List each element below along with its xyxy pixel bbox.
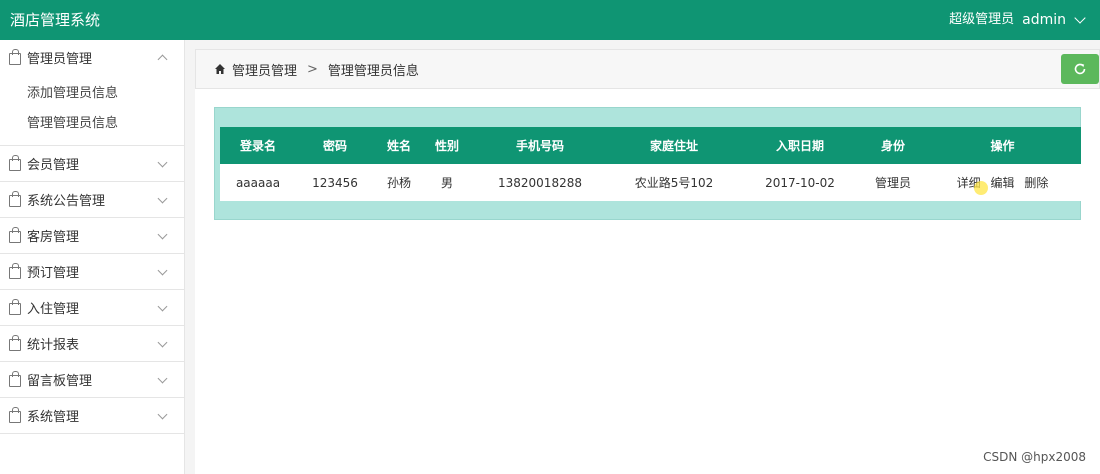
cell-gender: 男 (440, 176, 453, 190)
menu-booking-management[interactable]: 预订管理 (0, 254, 184, 289)
bag-icon (9, 155, 21, 171)
menu-room-management[interactable]: 客房管理 (0, 218, 184, 253)
chevron-down-icon (157, 229, 168, 240)
col-hire-date: 入职日期 (775, 139, 824, 153)
app-title: 酒店管理系统 (10, 11, 101, 29)
chevron-down-icon (157, 409, 168, 420)
breadcrumb-current: 管理管理员信息 (327, 63, 419, 79)
menu-group-room: 客房管理 (0, 218, 184, 254)
chevron-up-icon (157, 54, 168, 65)
menu-group-admin: 管理员管理 添加管理员信息 管理管理员信息 (0, 40, 184, 146)
menu-label: 客房管理 (27, 230, 80, 245)
bag-icon (9, 263, 21, 279)
chevron-down-icon (157, 265, 168, 276)
main-header: 管理员管理 > 管理管理员信息 (195, 49, 1100, 89)
bag-icon (9, 335, 21, 351)
menu-label: 预订管理 (27, 266, 80, 281)
menu-system-management[interactable]: 系统管理 (0, 398, 184, 433)
col-password: 密码 (322, 139, 347, 153)
menu-label: 入住管理 (27, 302, 80, 317)
menu-member-management[interactable]: 会员管理 (0, 146, 184, 181)
refresh-button[interactable] (1061, 54, 1099, 84)
bag-icon (9, 407, 21, 423)
table-row: aaaaaa 123456 孙杨 男 13820018288 农业路5号102 … (220, 164, 1081, 201)
breadcrumb-parent[interactable]: 管理员管理 (232, 60, 297, 79)
menu-label: 系统公告管理 (27, 194, 106, 209)
menu-group-message: 留言板管理 (0, 362, 184, 398)
submenu-add-admin[interactable]: 添加管理员信息 (0, 79, 184, 109)
user-role: 超级管理员 (949, 12, 1015, 27)
table-container: 登录名 密码 姓名 性别 手机号码 家庭住址 入职日期 身份 操作 aaaaaa… (214, 107, 1081, 220)
menu-group-checkin: 入住管理 (0, 290, 184, 326)
menu-label: 系统管理 (27, 410, 80, 425)
col-login-name: 登录名 (239, 139, 276, 153)
refresh-icon (1074, 63, 1086, 75)
menu-group-system: 系统管理 (0, 398, 184, 434)
cell-address: 农业路5号102 (634, 176, 714, 190)
chevron-down-icon (157, 337, 168, 348)
menu-group-booking: 预订管理 (0, 254, 184, 290)
cell-login-name: aaaaaa (235, 175, 281, 190)
cell-hire-date: 2017-10-02 (765, 175, 835, 190)
bag-icon (9, 299, 21, 315)
menu-group-report: 统计报表 (0, 326, 184, 362)
table-header-row: 登录名 密码 姓名 性别 手机号码 家庭住址 入职日期 身份 操作 (220, 127, 1081, 164)
col-actions: 操作 (990, 139, 1015, 153)
content-area: 登录名 密码 姓名 性别 手机号码 家庭住址 入职日期 身份 操作 aaaaaa… (195, 89, 1100, 474)
admin-table: 登录名 密码 姓名 性别 手机号码 家庭住址 入职日期 身份 操作 aaaaaa… (220, 127, 1081, 201)
home-icon (215, 64, 225, 74)
col-gender: 性别 (434, 139, 459, 153)
sidebar: 管理员管理 添加管理员信息 管理管理员信息 会员管理 系统公告管理 客房管理 预… (0, 40, 185, 474)
chevron-down-icon (1074, 12, 1086, 24)
col-name: 姓名 (386, 139, 411, 153)
col-phone: 手机号码 (515, 139, 564, 153)
bag-icon (9, 49, 21, 65)
bag-icon (9, 371, 21, 387)
watermark: CSDN @hpx2008 (983, 450, 1086, 464)
top-header: 酒店管理系统 超级管理员 admin (0, 0, 1100, 40)
cell-actions: 详细 编辑 删除 (924, 164, 1081, 201)
menu-admin-management[interactable]: 管理员管理 (0, 40, 184, 75)
chevron-down-icon (157, 193, 168, 204)
bag-icon (9, 191, 21, 207)
mouse-cursor-highlight (974, 181, 988, 195)
chevron-down-icon (157, 157, 168, 168)
chevron-down-icon (157, 373, 168, 384)
cell-role: 管理员 (874, 176, 911, 190)
cell-password: 123456 (312, 175, 358, 190)
menu-notice-management[interactable]: 系统公告管理 (0, 182, 184, 217)
submenu-admin: 添加管理员信息 管理管理员信息 (0, 75, 184, 145)
cell-phone: 13820018288 (498, 175, 582, 190)
menu-message-board[interactable]: 留言板管理 (0, 362, 184, 397)
col-role: 身份 (880, 139, 905, 153)
menu-label: 会员管理 (27, 158, 80, 173)
cell-name: 孙杨 (386, 176, 411, 190)
menu-statistics-report[interactable]: 统计报表 (0, 326, 184, 361)
chevron-down-icon (157, 301, 168, 312)
menu-label: 统计报表 (27, 338, 80, 353)
delete-link[interactable]: 删除 (1024, 176, 1048, 190)
user-menu[interactable]: 超级管理员 admin (949, 11, 1086, 29)
submenu-manage-admin[interactable]: 管理管理员信息 (0, 109, 184, 139)
menu-label: 留言板管理 (27, 374, 93, 389)
col-address: 家庭住址 (649, 139, 698, 153)
bag-icon (9, 227, 21, 243)
menu-group-notice: 系统公告管理 (0, 182, 184, 218)
edit-link[interactable]: 编辑 (990, 176, 1014, 190)
menu-checkin-management[interactable]: 入住管理 (0, 290, 184, 325)
menu-group-member: 会员管理 (0, 146, 184, 182)
menu-label: 管理员管理 (27, 52, 93, 67)
breadcrumb-separator: > (307, 61, 318, 77)
breadcrumb: 管理员管理 > 管理管理员信息 (195, 49, 1100, 89)
username: admin (1022, 12, 1066, 28)
